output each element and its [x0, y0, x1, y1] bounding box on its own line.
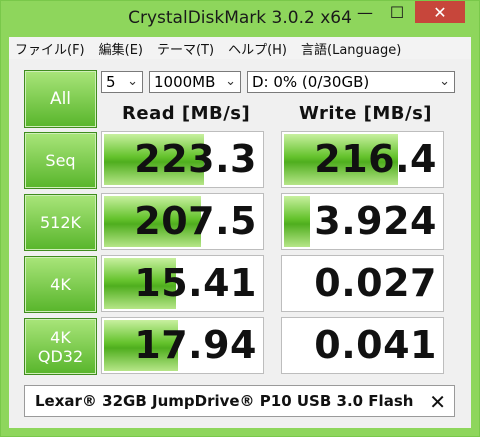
write-bar — [284, 196, 310, 247]
chevron-down-icon: ⌄ — [225, 74, 236, 89]
benchmark-panel: All 5 ⌄ 1000MB ⌄ D: 0% (0/30GB) ⌄ Read [… — [9, 59, 471, 428]
read-value: 15.41 — [134, 261, 257, 305]
menu-theme[interactable]: テーマ(T) — [151, 39, 222, 58]
512k-write-result: 3.924 — [281, 193, 444, 250]
write-value: 0.027 — [314, 261, 437, 305]
test-size-value: 1000MB — [154, 73, 216, 91]
seq-read-result: 223.3 — [101, 131, 264, 188]
run-all-button[interactable]: All — [24, 70, 97, 128]
read-header: Read [MB/s] — [122, 103, 251, 124]
maximize-button[interactable]: ☐ — [381, 1, 413, 23]
close-button[interactable]: ✕ — [415, 1, 465, 23]
device-info-bar: Lexar® 32GB JumpDrive® P10 USB 3.0 Flash… — [24, 385, 455, 417]
4k-qd32-write-result: 0.041 — [281, 317, 444, 374]
drive-select[interactable]: D: 0% (0/30GB) ⌄ — [247, 71, 455, 93]
title-bar[interactable]: CrystalDiskMark 3.0.2 x64 — ☐ ✕ — [1, 1, 479, 37]
drive-value: D: 0% (0/30GB) — [252, 73, 370, 91]
test-label: Seq — [45, 151, 76, 170]
test-count-select[interactable]: 5 ⌄ — [101, 71, 143, 93]
menu-bar: ファイル(F) 編集(E) テーマ(T) ヘルプ(H) 言語(Language) — [9, 37, 471, 59]
menu-help[interactable]: ヘルプ(H) — [222, 39, 295, 58]
menu-language[interactable]: 言語(Language) — [295, 39, 409, 58]
512k-read-result: 207.5 — [101, 193, 264, 250]
write-value: 0.041 — [314, 323, 437, 367]
close-icon[interactable]: ✕ — [429, 390, 446, 414]
write-header: Write [MB/s] — [299, 103, 433, 124]
minimize-button[interactable]: — — [349, 1, 381, 23]
device-name: Lexar® 32GB JumpDrive® P10 USB 3.0 Flash — [35, 392, 414, 410]
4k-write-result: 0.027 — [281, 255, 444, 312]
4k-qd32-read-result: 17.94 — [101, 317, 264, 374]
4k-test-button[interactable]: 4K — [24, 256, 97, 313]
seq-test-button[interactable]: Seq — [24, 132, 97, 189]
4k-read-result: 15.41 — [101, 255, 264, 312]
chevron-down-icon: ⌄ — [127, 74, 138, 89]
seq-write-result: 216.4 — [281, 131, 444, 188]
write-value: 3.924 — [314, 199, 437, 243]
test-label: 512K — [39, 213, 82, 232]
512k-test-button[interactable]: 512K — [24, 194, 97, 251]
read-value: 207.5 — [134, 199, 257, 243]
test-label-sub: QD32 — [37, 346, 84, 366]
test-label: 4K — [50, 275, 71, 294]
menu-file[interactable]: ファイル(F) — [9, 39, 93, 58]
test-size-select[interactable]: 1000MB ⌄ — [149, 71, 241, 93]
read-value: 17.94 — [134, 323, 257, 367]
4k-qd32-test-button[interactable]: 4K QD32 — [24, 318, 97, 375]
test-count-value: 5 — [106, 73, 116, 91]
app-window: CrystalDiskMark 3.0.2 x64 — ☐ ✕ ファイル(F) … — [0, 0, 480, 437]
test-label: 4K — [50, 327, 71, 347]
read-value: 223.3 — [134, 137, 257, 181]
chevron-down-icon: ⌄ — [439, 74, 450, 89]
menu-edit[interactable]: 編集(E) — [93, 39, 151, 58]
write-value: 216.4 — [314, 137, 437, 181]
